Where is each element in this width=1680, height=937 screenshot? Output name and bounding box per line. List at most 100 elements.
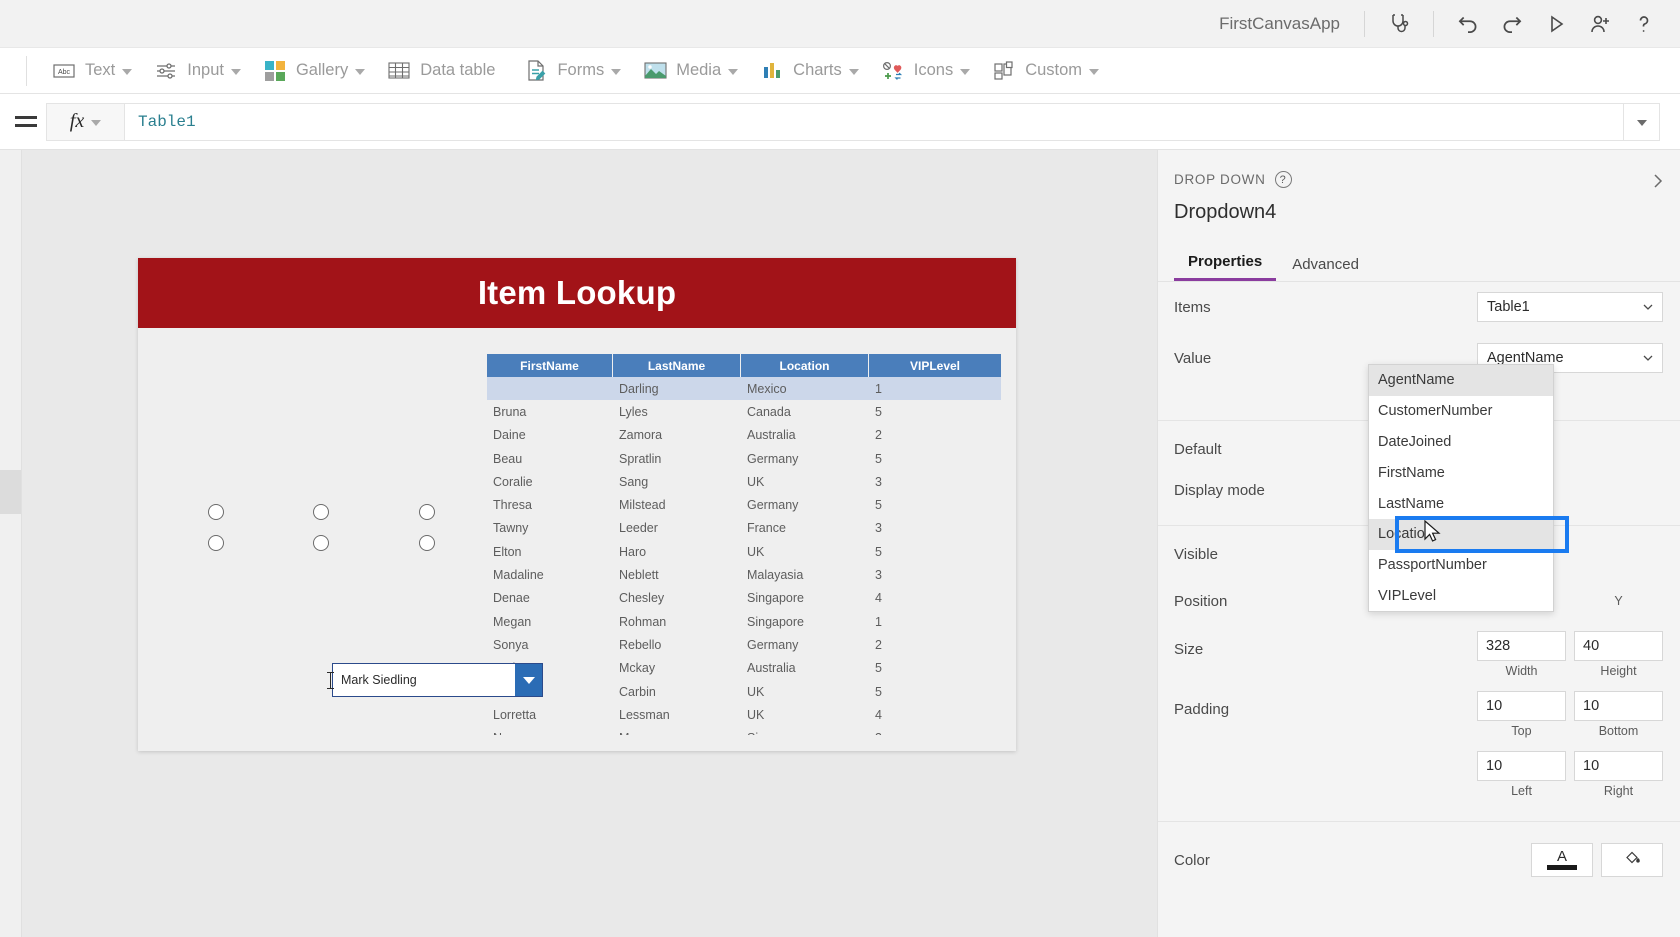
fill-color-button[interactable] <box>1601 843 1663 877</box>
table-row[interactable]: Megan Rohman Singapore 1 <box>487 610 1001 633</box>
table-cell: 5 <box>875 544 882 559</box>
table-cell: Australia <box>747 661 796 676</box>
undo-icon[interactable] <box>1446 5 1490 43</box>
dropdown-option-passportnumber[interactable]: PassportNumber <box>1369 550 1553 581</box>
property-list-toggle-icon[interactable] <box>6 116 46 127</box>
ribbon-item-icons[interactable]: Icons <box>870 48 981 94</box>
resize-handle-bottom-center[interactable] <box>313 535 329 551</box>
rail-collapse-handle[interactable] <box>0 470 21 514</box>
canvas-dropdown-caret-icon[interactable] <box>515 664 542 696</box>
dropdown-option-datejoined[interactable]: DateJoined <box>1369 427 1553 458</box>
table-header-lastname[interactable]: LastName <box>613 354 741 377</box>
table-header-location[interactable]: Location <box>741 354 869 377</box>
dropdown-option-agentname[interactable]: AgentName <box>1369 365 1553 396</box>
tab-properties[interactable]: Properties <box>1174 253 1277 281</box>
chevron-down-icon <box>355 69 366 75</box>
table-cell: Singapore <box>741 731 869 735</box>
value-dropdown-list[interactable]: AgentName CustomerNumber DateJoined FirstNa… <box>1368 364 1554 613</box>
table-row[interactable]: Sonya Rebello Germany 2 <box>487 633 1001 656</box>
resize-handle-top-right[interactable] <box>419 504 435 520</box>
dropdown-option-lastname[interactable]: LastName <box>1369 488 1553 519</box>
resize-handle-bottom-right[interactable] <box>419 535 435 551</box>
app-checker-icon[interactable] <box>1377 5 1421 43</box>
table-cell: Darling <box>619 381 659 396</box>
app-screen[interactable]: Item Lookup FirstName LastName Location … <box>138 258 1016 751</box>
ribbon-label-charts: Charts <box>793 61 842 79</box>
table-row[interactable]: Bruna Lyles Canada 5 <box>487 400 1001 423</box>
resize-handle-top-left[interactable] <box>208 504 224 520</box>
padding-top-input[interactable]: 10 <box>1477 691 1566 721</box>
table-cell: Milstead <box>619 498 666 513</box>
property-row-color: Color A <box>1158 834 1680 886</box>
dropdown-option-location[interactable]: Location <box>1369 518 1553 550</box>
ribbon-label-input: Input <box>187 61 224 79</box>
chevron-down-icon <box>122 69 133 75</box>
padding-left-input[interactable]: 10 <box>1477 751 1566 781</box>
ribbon-item-data-table[interactable]: Data table <box>376 48 513 94</box>
table-row[interactable]: Beau Spratlin Germany 5 <box>487 447 1001 470</box>
table-row[interactable]: Coralie Sang UK 3 <box>487 470 1001 493</box>
table-row[interactable]: JoshMckayAustralia5 <box>487 657 1001 680</box>
table-cell: Sang <box>619 474 649 489</box>
table-header-viplevel[interactable]: VIPLevel <box>869 354 1001 377</box>
fx-property-selector[interactable]: fx <box>46 102 124 141</box>
items-combobox-value: Table1 <box>1487 299 1530 315</box>
canvas-dropdown-control[interactable]: Mark Siedling <box>332 663 543 697</box>
canvas-data-table[interactable]: FirstName LastName Location VIPLevel Dar… <box>487 354 1001 735</box>
padding-bottom-input[interactable]: 10 <box>1574 691 1663 721</box>
table-row[interactable]: Darling Mexico 1 <box>487 377 1001 401</box>
text-color-button[interactable]: A <box>1531 843 1593 877</box>
property-row-padding-left-right: 10 Left 10 Right <box>1158 747 1680 807</box>
table-row[interactable]: Tawny Leeder France 3 <box>487 517 1001 540</box>
table-row[interactable]: Daine Zamora Australia 2 <box>487 424 1001 447</box>
property-row-size: Size 328 Width 40 Height <box>1158 627 1680 687</box>
resize-handle-top-center[interactable] <box>313 504 329 520</box>
table-row[interactable]: Lorretta Lessman UK 4 <box>487 703 1001 726</box>
help-icon[interactable] <box>1622 5 1666 43</box>
property-label-display-mode: Display mode <box>1174 482 1265 499</box>
formula-bar: fx Table1 <box>0 94 1680 150</box>
size-height-input[interactable]: 40 <box>1574 631 1663 661</box>
ribbon-label-custom: Custom <box>1025 61 1083 79</box>
panel-collapse-icon[interactable] <box>1649 172 1667 195</box>
ribbon-item-input[interactable]: Input <box>143 48 252 94</box>
table-cell: Canada <box>747 404 791 419</box>
table-cell: 3 <box>875 521 882 536</box>
tab-advanced[interactable]: Advanced <box>1278 256 1373 281</box>
dropdown-option-customernumber[interactable]: CustomerNumber <box>1369 396 1553 427</box>
padding-right-input[interactable]: 10 <box>1574 751 1663 781</box>
size-width-input[interactable]: 328 <box>1477 631 1566 661</box>
dropdown-option-viplevel[interactable]: VIPLevel <box>1369 581 1553 612</box>
table-row[interactable]: Madaline Neblett Malayasia 3 <box>487 563 1001 586</box>
ribbon-item-text[interactable]: Abc Text <box>41 48 143 94</box>
table-cell: Sonya <box>493 637 529 652</box>
text-abc-icon: Abc <box>52 59 76 83</box>
formula-expand-icon[interactable] <box>1624 102 1660 141</box>
table-header-firstname[interactable]: FirstName <box>487 354 613 377</box>
ribbon-item-charts[interactable]: Charts <box>749 48 870 94</box>
mouse-cursor <box>1424 519 1444 551</box>
table-row[interactable]: Thresa Milstead Germany 5 <box>487 493 1001 516</box>
ribbon-item-media[interactable]: Media <box>632 48 749 94</box>
resize-handle-bottom-left[interactable] <box>208 535 224 551</box>
table-cell: 3 <box>875 474 882 489</box>
chevron-down-icon <box>91 120 102 126</box>
ribbon-left-divider <box>26 55 27 86</box>
play-preview-icon[interactable] <box>1534 5 1578 43</box>
table-row[interactable]: Denae Chesley Singapore 4 <box>487 587 1001 610</box>
ribbon-item-custom[interactable]: Custom <box>981 48 1110 94</box>
ribbon-item-gallery[interactable]: Gallery <box>252 48 376 94</box>
table-row[interactable]: NamMarseSingapore3 <box>487 726 1001 735</box>
table-cell: Thresa <box>493 498 532 513</box>
dropdown-option-firstname[interactable]: FirstName <box>1369 457 1553 488</box>
help-icon[interactable]: ? <box>1274 171 1292 188</box>
share-user-icon[interactable] <box>1578 5 1622 43</box>
table-cell: Spratlin <box>619 451 662 466</box>
canvas-area[interactable]: Item Lookup FirstName LastName Location … <box>22 150 1157 937</box>
ribbon-item-forms[interactable]: Forms <box>513 48 632 94</box>
table-row[interactable]: Elton Haro UK 5 <box>487 540 1001 563</box>
redo-icon[interactable] <box>1490 5 1534 43</box>
items-combobox[interactable]: Table1 <box>1477 292 1663 322</box>
table-row[interactable]: PaulettaCarbinUK5 <box>487 680 1001 703</box>
formula-input[interactable]: Table1 <box>124 102 1624 141</box>
